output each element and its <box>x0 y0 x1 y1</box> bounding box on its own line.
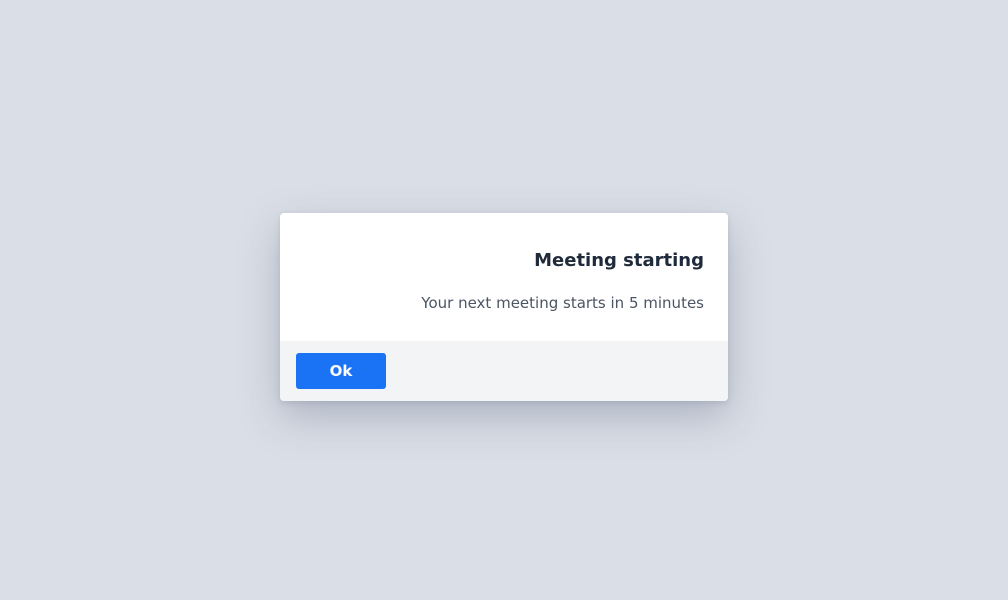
dialog-message: Your next meeting starts in 5 minutes <box>421 294 704 312</box>
meeting-dialog: Meeting starting Your next meeting start… <box>280 213 728 401</box>
dialog-footer: Ok <box>280 341 728 401</box>
dialog-title: Meeting starting <box>534 250 704 271</box>
dialog-body: Meeting starting Your next meeting start… <box>280 213 728 341</box>
ok-button[interactable]: Ok <box>296 353 386 389</box>
